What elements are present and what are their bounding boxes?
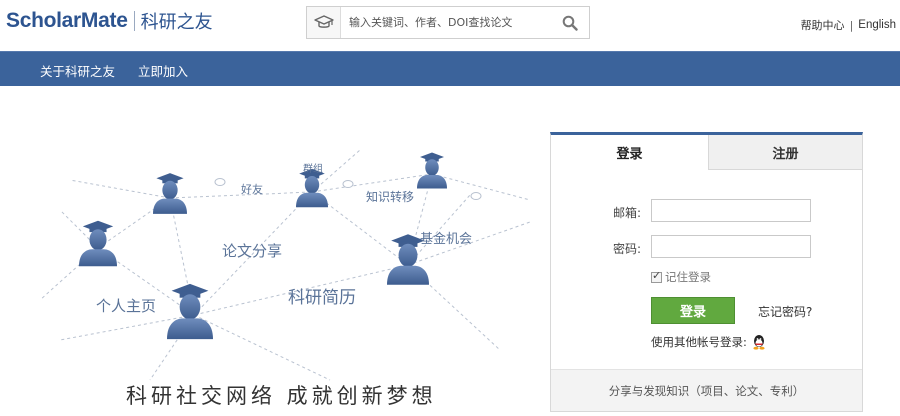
search-bar — [306, 6, 590, 39]
site-logo[interactable]: ScholarMate 科研之友 — [6, 8, 213, 34]
other-login-label: 使用其他帐号登录: — [651, 335, 747, 349]
logo-chinese: 科研之友 — [140, 12, 213, 33]
hero-slogan: 科研社交网络 成就创新梦想 — [126, 384, 437, 408]
email-field[interactable] — [651, 199, 811, 222]
hero-label-groups: 群组 — [303, 164, 323, 175]
app-root: ScholarMate 科研之友 帮助中心 | — [0, 0, 900, 416]
network-graph — [39, 149, 531, 381]
hero-label-friends: 好友 — [241, 183, 263, 196]
other-account-login: 使用其他帐号登录: — [651, 334, 766, 350]
panel-footer-tagline: 分享与发现知识（项目、论文、专利） — [551, 369, 862, 411]
login-panel: 登录 注册 邮箱: 密码: 记住登录 登录 忘记密码? 使用其他帐号登录: — [550, 132, 863, 412]
top-header: ScholarMate 科研之友 帮助中心 | — [0, 0, 900, 51]
search-icon[interactable] — [555, 7, 585, 38]
main-nav: 关于科研之友 立即加入 — [0, 51, 900, 86]
hero-label-knowledge-transfer: 知识转移 — [366, 190, 415, 204]
tab-register[interactable]: 注册 — [708, 135, 862, 170]
hero-network-illustration: 好友 群组 知识转移 论文分享 基金机会 个人主页 科研简历 科研社交网络 成就… — [30, 140, 550, 416]
nav-item-about[interactable]: 关于科研之友 — [40, 61, 115, 80]
login-button[interactable]: 登录 — [651, 297, 735, 324]
graduation-cap-icon[interactable] — [307, 7, 341, 38]
top-links-divider: | — [849, 18, 854, 32]
hero-label-personal-homepage: 个人主页 — [96, 297, 157, 315]
login-tabs: 登录 注册 — [551, 135, 862, 170]
remember-me-checkbox[interactable] — [651, 269, 662, 283]
help-center-link[interactable]: 帮助中心 — [801, 17, 845, 33]
top-links: 帮助中心 | English — [801, 17, 896, 33]
tab-login[interactable]: 登录 — [551, 135, 708, 170]
remember-me-label: 记住登录 — [665, 270, 711, 284]
qq-icon[interactable] — [752, 334, 766, 350]
language-english-link[interactable]: English — [858, 19, 896, 31]
search-input[interactable] — [349, 8, 555, 37]
password-label: 密码: — [613, 242, 642, 256]
email-label: 邮箱: — [613, 206, 642, 220]
hero-label-funding-opportunities: 基金机会 — [420, 232, 473, 247]
forgot-password-link[interactable]: 忘记密码? — [758, 303, 812, 320]
hero-label-research-cv: 科研简历 — [288, 288, 356, 308]
hero-label-paper-sharing: 论文分享 — [222, 242, 283, 260]
password-field[interactable] — [651, 235, 811, 258]
nav-item-join-now[interactable]: 立即加入 — [138, 61, 188, 80]
logo-divider — [133, 11, 135, 31]
remember-me: 记住登录 — [651, 269, 711, 285]
logo-english: ScholarMate — [6, 9, 128, 32]
